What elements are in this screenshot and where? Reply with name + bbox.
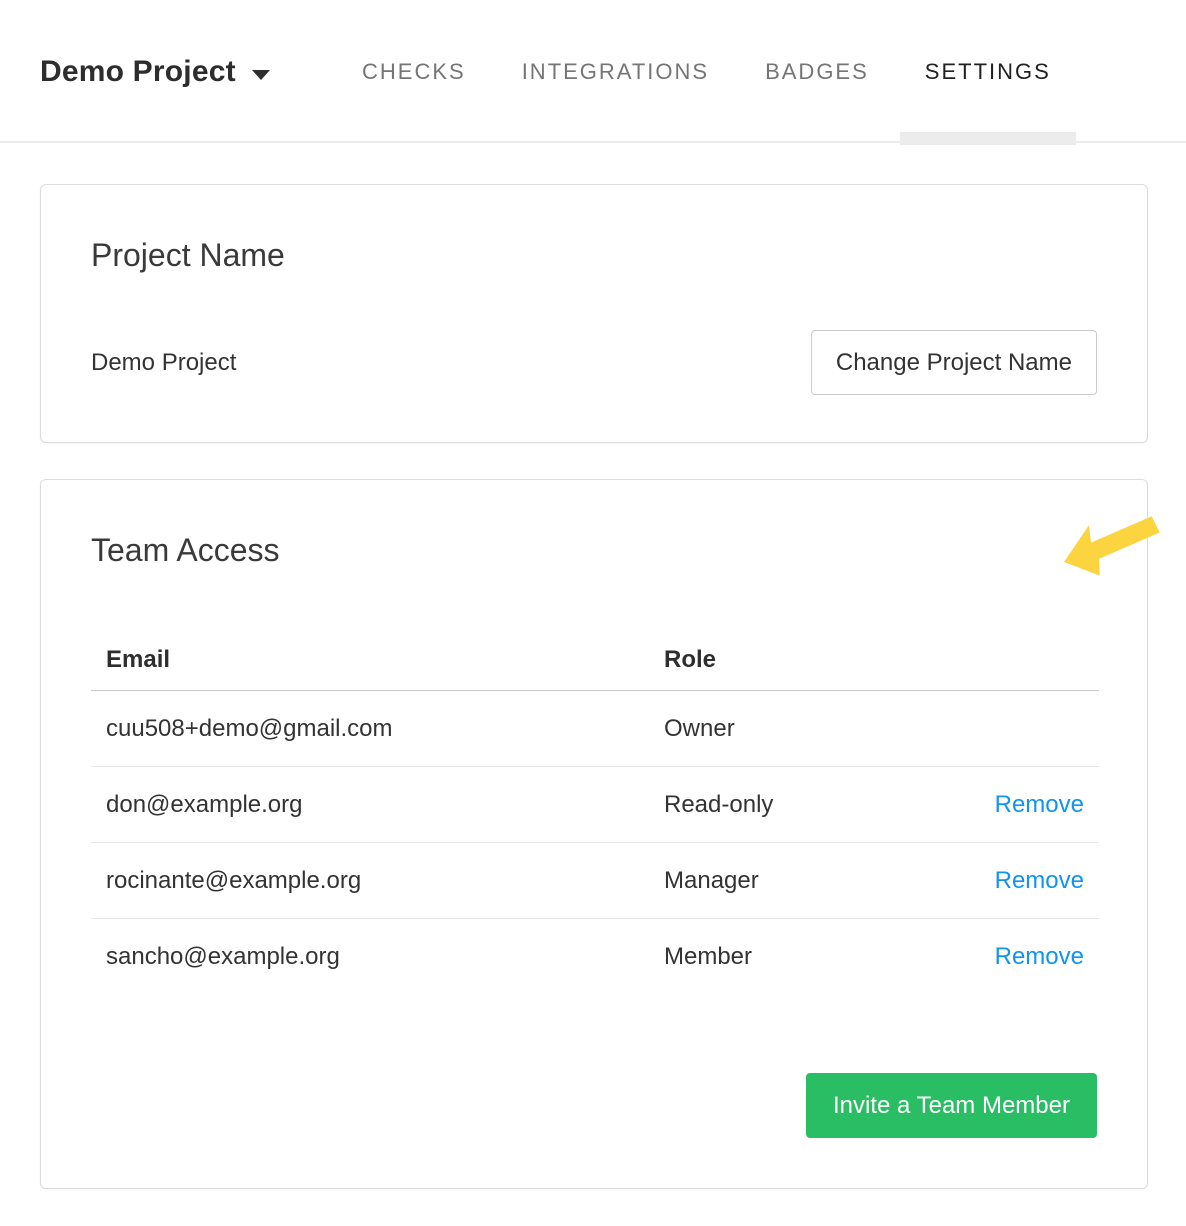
column-header-email: Email: [91, 630, 649, 691]
remove-member-link[interactable]: Remove: [995, 867, 1084, 894]
change-project-name-button[interactable]: Change Project Name: [811, 330, 1097, 395]
table-row: don@example.org Read-only Remove: [91, 767, 1099, 843]
table-row: rocinante@example.org Manager Remove: [91, 843, 1099, 919]
table-header-row: Email Role: [91, 630, 1099, 691]
member-role: Read-only: [649, 767, 961, 843]
member-role: Member: [649, 919, 961, 995]
tab-integrations[interactable]: INTEGRATIONS: [522, 59, 709, 85]
team-access-card: Team Access Email Role cuu508+demo@gmail…: [40, 479, 1148, 1189]
column-header-actions: [961, 630, 1099, 691]
tab-badges[interactable]: BADGES: [765, 59, 869, 85]
remove-member-link[interactable]: Remove: [995, 791, 1084, 818]
current-project-name: Demo Project: [91, 349, 236, 377]
invite-team-member-button[interactable]: Invite a Team Member: [806, 1073, 1097, 1138]
member-actions: Remove: [961, 767, 1099, 843]
invite-row: Invite a Team Member: [41, 1073, 1147, 1138]
active-tab-indicator: [900, 132, 1076, 145]
table-row: sancho@example.org Member Remove: [91, 919, 1099, 995]
member-actions: Remove: [961, 843, 1099, 919]
tab-settings[interactable]: SETTINGS: [925, 59, 1051, 85]
team-access-card-title: Team Access: [41, 480, 1147, 572]
project-switcher-label: Demo Project: [40, 55, 236, 89]
project-name-row: Demo Project Change Project Name: [41, 330, 1147, 395]
project-name-card: Project Name Demo Project Change Project…: [40, 184, 1148, 443]
member-role: Owner: [649, 691, 961, 767]
member-email: don@example.org: [91, 767, 649, 843]
arrow-left-shape: [1055, 503, 1166, 585]
nav-tabs: CHECKS INTEGRATIONS BADGES SETTINGS: [362, 0, 1051, 143]
team-members-table: Email Role cuu508+demo@gmail.com Owner d…: [91, 630, 1099, 994]
member-email: cuu508+demo@gmail.com: [91, 691, 649, 767]
member-role: Manager: [649, 843, 961, 919]
tab-settings-label: SETTINGS: [925, 59, 1051, 84]
column-header-role: Role: [649, 630, 961, 691]
table-row: cuu508+demo@gmail.com Owner: [91, 691, 1099, 767]
project-name-card-title: Project Name: [41, 185, 1147, 277]
project-switcher[interactable]: Demo Project: [40, 0, 270, 143]
member-email: rocinante@example.org: [91, 843, 649, 919]
caret-down-icon: [252, 70, 270, 80]
member-email: sancho@example.org: [91, 919, 649, 995]
tab-checks[interactable]: CHECKS: [362, 59, 466, 85]
remove-member-link[interactable]: Remove: [995, 943, 1084, 970]
member-actions: [961, 691, 1099, 767]
member-actions: Remove: [961, 919, 1099, 995]
arrow-left-annotation-icon: [1050, 498, 1186, 590]
top-navbar: Demo Project CHECKS INTEGRATIONS BADGES …: [0, 0, 1186, 143]
